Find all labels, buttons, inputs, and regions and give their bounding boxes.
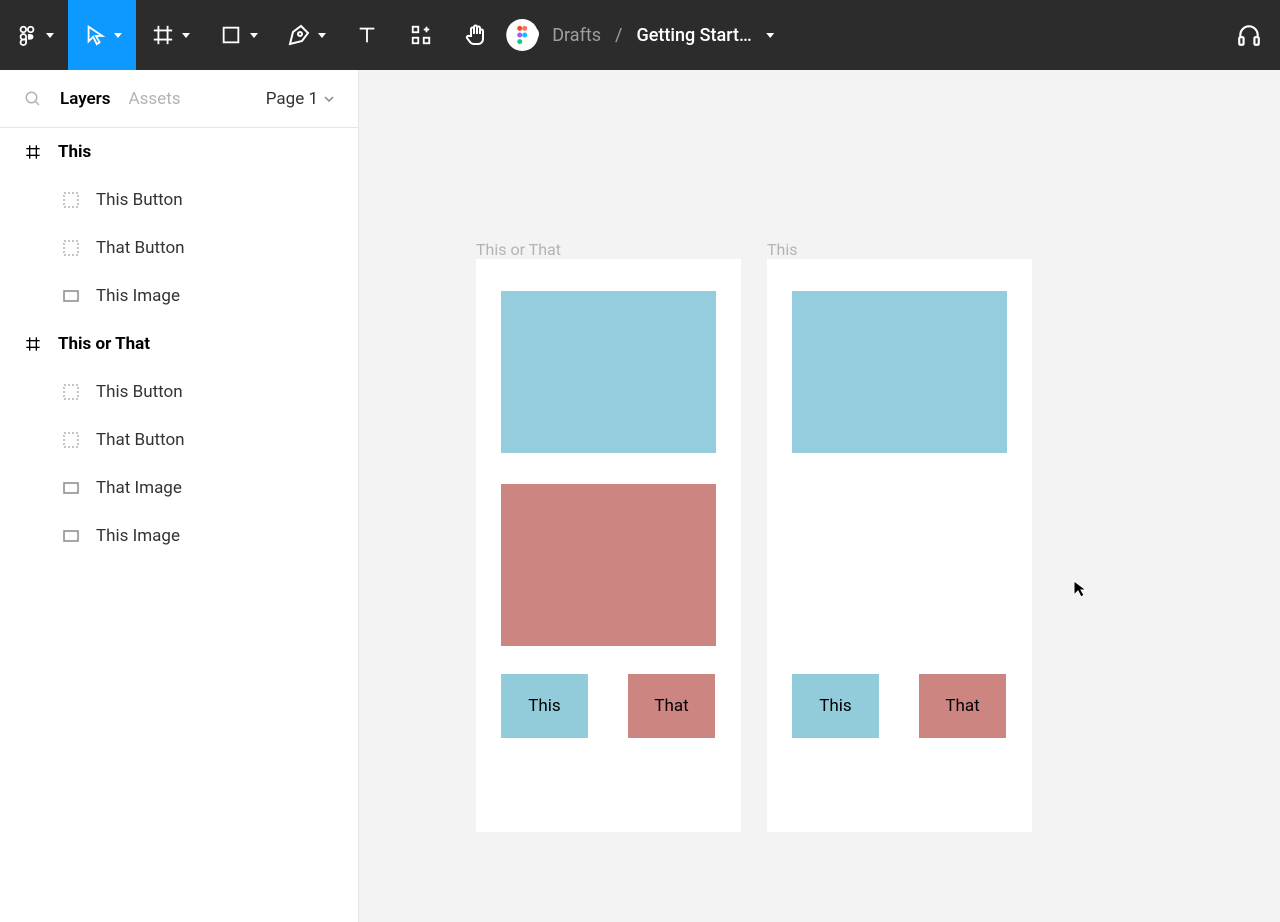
main-menu-button[interactable] bbox=[0, 0, 68, 70]
frame-label-this-or-that[interactable]: This or That bbox=[476, 240, 561, 259]
breadcrumb-sep: / bbox=[615, 25, 622, 46]
rect-icon bbox=[62, 287, 80, 305]
layer-label: This or That bbox=[58, 334, 150, 354]
layer-label: That Image bbox=[96, 478, 182, 498]
cursor-icon bbox=[1073, 580, 1087, 598]
that-button[interactable]: That bbox=[628, 674, 715, 738]
rect-icon bbox=[62, 479, 80, 497]
layer-that-button[interactable]: That Button bbox=[0, 224, 358, 272]
shape-tool[interactable] bbox=[204, 0, 272, 70]
move-tool[interactable] bbox=[68, 0, 136, 70]
chevron-down-icon bbox=[318, 33, 326, 38]
that-button-2[interactable]: That bbox=[919, 674, 1006, 738]
canvas[interactable]: This or That This That This This That bbox=[359, 70, 1280, 922]
component-icon bbox=[62, 239, 80, 257]
cursor-icon bbox=[82, 22, 108, 48]
layer-label: That Button bbox=[96, 238, 185, 258]
layer-frame-this[interactable]: This bbox=[0, 128, 358, 176]
figma-logo-icon bbox=[506, 19, 538, 51]
tab-assets[interactable]: Assets bbox=[129, 89, 181, 109]
component-icon bbox=[62, 191, 80, 209]
hand-icon bbox=[462, 22, 488, 48]
layer-this-image-2[interactable]: This Image bbox=[0, 512, 358, 560]
audio-button[interactable] bbox=[1236, 22, 1262, 48]
pen-icon bbox=[286, 22, 312, 48]
page-selector[interactable]: Page 1 bbox=[266, 89, 334, 109]
layer-label: This Button bbox=[96, 382, 183, 402]
component-icon bbox=[62, 431, 80, 449]
layer-label: This Image bbox=[96, 526, 180, 546]
document-name[interactable]: Getting Start… bbox=[636, 25, 751, 46]
this-button-2[interactable]: This bbox=[792, 674, 879, 738]
chevron-down-icon bbox=[182, 33, 190, 38]
layer-that-image[interactable]: That Image bbox=[0, 464, 358, 512]
layer-label: This Image bbox=[96, 286, 180, 306]
page-label: Page 1 bbox=[266, 89, 318, 109]
chevron-down-icon bbox=[46, 33, 54, 38]
button-label: That bbox=[945, 696, 979, 716]
layer-that-button-2[interactable]: That Button bbox=[0, 416, 358, 464]
figma-menu-icon bbox=[14, 22, 40, 48]
frame-tool[interactable] bbox=[136, 0, 204, 70]
search-icon[interactable] bbox=[24, 90, 42, 108]
button-label: That bbox=[654, 696, 688, 716]
rect-icon bbox=[62, 527, 80, 545]
resources-icon bbox=[408, 22, 434, 48]
pen-tool[interactable] bbox=[272, 0, 340, 70]
frame-label-this[interactable]: This bbox=[767, 240, 798, 259]
component-icon bbox=[62, 383, 80, 401]
project-folder[interactable]: Drafts bbox=[552, 25, 601, 46]
layer-label: That Button bbox=[96, 430, 185, 450]
button-label: This bbox=[528, 696, 560, 716]
layer-this-image[interactable]: This Image bbox=[0, 272, 358, 320]
artboard-this[interactable]: This That bbox=[767, 259, 1032, 832]
this-button[interactable]: This bbox=[501, 674, 588, 738]
layer-label: This Button bbox=[96, 190, 183, 210]
frame-icon bbox=[150, 22, 176, 48]
layer-label: This bbox=[58, 142, 91, 162]
text-icon bbox=[354, 22, 380, 48]
layers-panel: Layers Assets Page 1 This This Button Th… bbox=[0, 70, 359, 922]
button-label: This bbox=[819, 696, 851, 716]
document-title[interactable]: Drafts / Getting Start… bbox=[506, 19, 774, 51]
chevron-down-icon[interactable] bbox=[766, 33, 774, 38]
rectangle-icon bbox=[218, 22, 244, 48]
chevron-down-icon bbox=[250, 33, 258, 38]
that-image-rect[interactable] bbox=[501, 484, 716, 646]
this-image-rect-2[interactable] bbox=[792, 291, 1007, 453]
this-image-rect[interactable] bbox=[501, 291, 716, 453]
hand-tool[interactable] bbox=[448, 0, 502, 70]
resources-tool[interactable] bbox=[394, 0, 448, 70]
layer-this-button-2[interactable]: This Button bbox=[0, 368, 358, 416]
frame-icon bbox=[24, 143, 42, 161]
frame-icon bbox=[24, 335, 42, 353]
text-tool[interactable] bbox=[340, 0, 394, 70]
chevron-down-icon bbox=[114, 33, 122, 38]
toolbar: Drafts / Getting Start… bbox=[0, 0, 1280, 70]
layer-frame-this-or-that[interactable]: This or That bbox=[0, 320, 358, 368]
panel-header: Layers Assets Page 1 bbox=[0, 70, 358, 128]
artboard-this-or-that[interactable]: This That bbox=[476, 259, 741, 832]
layer-this-button[interactable]: This Button bbox=[0, 176, 358, 224]
tab-layers[interactable]: Layers bbox=[60, 89, 111, 109]
